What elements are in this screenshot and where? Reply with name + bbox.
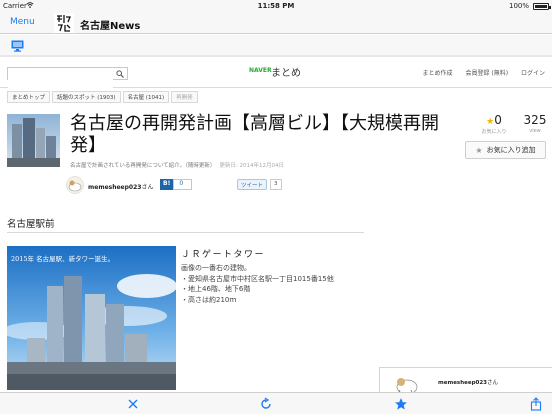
favorites-number: 0 <box>494 113 502 127</box>
floating-author-name: memesheep023さん <box>438 378 498 386</box>
login-link[interactable]: ログイン <box>521 70 545 77</box>
breadcrumb-item[interactable]: まとめトップ <box>7 91 51 103</box>
monitor-icon[interactable] <box>11 40 24 52</box>
views-label: view <box>529 128 541 134</box>
article-description: 名古屋で計画されている再開発について紹介。（随時更新） 更新日: 2014年12月… <box>70 161 284 169</box>
author-avatar[interactable] <box>66 176 84 194</box>
item-line: ・愛知県名古屋市中村区名駅一丁目1015番15他 <box>181 274 334 283</box>
tower-image[interactable]: 2015年 名古屋駅、新タワー誕生。 <box>7 246 176 390</box>
item-line: ・高さは約210ｍ <box>181 295 237 304</box>
site-header: NAVER まとめ まとめ作成 会員登録 (無料) ログイン <box>0 58 552 88</box>
breadcrumb: まとめトップ 話題のスポット (1903) 名古屋 (1041) 再開発 <box>7 91 200 103</box>
bottom-toolbar <box>0 392 552 414</box>
views-number: 325 <box>523 113 547 127</box>
article-title: 名古屋の再開発計画【高層ビル】【大規模再開発】 <box>70 113 439 156</box>
search-icon[interactable] <box>116 70 124 78</box>
hatena-count: 0 <box>173 179 193 190</box>
item-line: ・地上46階、地下6階 <box>181 285 251 293</box>
add-favorite-label: お気に入り追加 <box>486 146 536 154</box>
reload-icon[interactable] <box>259 397 273 411</box>
floating-author-id: memesheep023 <box>438 380 487 386</box>
favorites-label: お気に入り <box>481 129 507 135</box>
favorite-star-icon: ★ <box>486 117 495 127</box>
app-nav-bar: Menu 名古屋News <box>0 12 552 34</box>
close-icon[interactable] <box>126 397 140 411</box>
hatena-bookmark-button[interactable]: B! 0 <box>160 179 193 190</box>
create-matome-link[interactable]: まとめ作成 <box>423 70 453 77</box>
secondary-toolbar <box>0 35 552 57</box>
status-bar: Carrier 11:58 PM 100% <box>0 0 552 12</box>
menu-button[interactable]: Menu <box>10 17 35 27</box>
item-title: ＪＲゲートタワー <box>181 250 266 260</box>
tower-image-graphic <box>7 246 176 390</box>
tweet-button-group: ツイート 3 <box>237 179 282 190</box>
header-links: まとめ作成 会員登録 (無料) ログイン <box>412 68 545 77</box>
hatena-label: B! <box>160 179 174 190</box>
clock: 11:58 PM <box>257 2 295 10</box>
section-divider <box>7 232 364 233</box>
item-line: 画像の一番右の建物。 <box>181 264 251 272</box>
author-id: memesheep023 <box>88 184 142 191</box>
tweet-button[interactable]: ツイート <box>237 179 268 190</box>
app-title: 名古屋News <box>80 21 141 32</box>
battery-icon <box>533 3 551 10</box>
search-box <box>7 67 128 88</box>
share-icon[interactable] <box>529 397 543 411</box>
tower-image-caption: 2015年 名古屋駅、新タワー誕生。 <box>11 255 115 263</box>
battery-percent: 100% <box>508 2 529 10</box>
description-text: 名古屋で計画されている再開発について紹介。（随時更新） <box>70 163 216 169</box>
naver-logo-text[interactable]: NAVER <box>249 67 272 74</box>
updated-date: 更新日: 2014年12月04日 <box>219 163 285 169</box>
app-logo <box>54 13 74 33</box>
star-icon[interactable] <box>394 397 408 411</box>
breadcrumb-item[interactable]: 名古屋 (1041) <box>122 91 170 103</box>
floating-author-suffix: さん <box>487 380 499 386</box>
breadcrumb-item[interactable]: 話題のスポット (1903) <box>52 91 121 103</box>
favorites-count: ★0 お気に入り <box>479 113 509 135</box>
search-input[interactable] <box>8 76 113 88</box>
tweet-count: 3 <box>270 179 282 190</box>
item-description: 画像の一番右の建物。 ・愛知県名古屋市中村区名駅一丁目1015番15他 ・地上4… <box>181 263 334 305</box>
author-suffix: さん <box>141 184 154 191</box>
star-outline-icon: ★ <box>475 145 483 155</box>
article-thumbnail <box>7 114 60 167</box>
breadcrumb-current: 再開発 <box>171 91 198 103</box>
add-favorite-button[interactable]: ★ お気に入り追加 <box>465 141 546 159</box>
register-link[interactable]: 会員登録 (無料) <box>465 70 508 77</box>
section-heading: 名古屋駅前 <box>7 219 55 230</box>
battery-fill <box>535 5 547 8</box>
view-count: 325 view <box>522 113 548 134</box>
matome-logo-text[interactable]: まとめ <box>271 64 301 79</box>
author-name[interactable]: memesheep023さん <box>88 182 153 191</box>
